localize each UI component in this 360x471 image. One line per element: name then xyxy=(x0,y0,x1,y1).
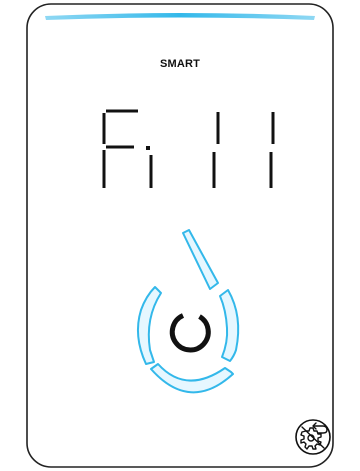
panel-graphics xyxy=(26,3,334,468)
control-panel: SMART xyxy=(0,0,360,471)
panel-frame xyxy=(26,3,334,468)
settings-cancel-button[interactable] xyxy=(295,419,331,455)
center-button[interactable] xyxy=(162,305,218,361)
decimal-dot xyxy=(146,146,150,150)
mode-label: SMART xyxy=(159,58,201,70)
